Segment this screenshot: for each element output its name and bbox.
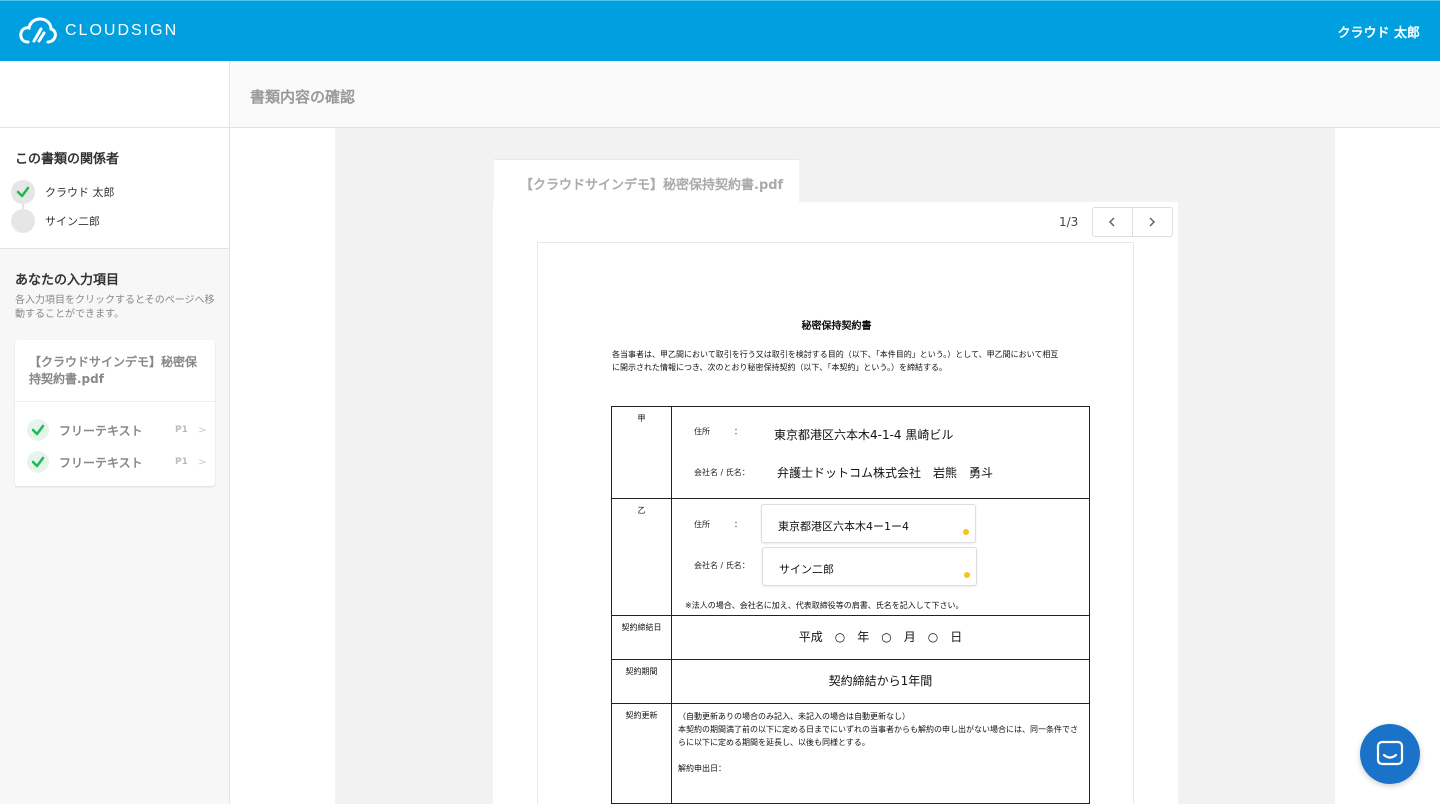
document-tab[interactable]: 【クラウドサインデモ】秘密保持契約書.pdf — [494, 159, 799, 203]
inputs-section: あなたの入力項目 各入力項目をクリックするとそのページへ移動することができます。… — [0, 249, 229, 486]
term-row: 契約期間 契約締結から1年間 — [611, 659, 1090, 704]
field-label: フリーテキスト — [59, 423, 143, 438]
required-marker — [964, 572, 970, 578]
date-cell: 平成 ○ 年 ○ 月 ○ 日 — [671, 615, 1090, 660]
field-page: P1 — [175, 425, 188, 435]
party-a-row: 甲 住所 ： 東京都港区六本木4-1-4 黒崎ビル 会社名 / 氏名： 弁護士ド… — [611, 406, 1090, 499]
address-label: 住所 ： — [694, 520, 742, 529]
name-input-value: サイン二郎 — [779, 563, 834, 576]
document-tab-label: 【クラウドサインデモ】秘密保持契約書.pdf — [520, 178, 784, 193]
corporate-note: ※法人の場合、会社名に加え、代表取締役等の肩書、氏名を記入して下さい。 — [685, 601, 964, 610]
logo[interactable]: CLOUDSIGN — [19, 17, 178, 45]
pending-circle-icon — [11, 208, 35, 233]
renew-cell: （自動更新ありの場合のみ記入、未記入の場合は自動更新なし） 本契約の期間満了前の… — [671, 703, 1090, 804]
address-input[interactable]: 東京都港区六本木4ー1ー4 — [761, 504, 976, 543]
party-name: サイン二郎 — [45, 214, 100, 228]
party-a-address: 東京都港区六本木4-1-4 黒崎ビル — [774, 428, 954, 442]
pager — [1092, 207, 1173, 237]
chevron-right-icon: > — [198, 424, 207, 436]
renew-line1: （自動更新ありの場合のみ記入、未記入の場合は自動更新なし） — [678, 712, 910, 721]
date-row: 契約締結日 平成 ○ 年 ○ 月 ○ 日 — [611, 615, 1090, 660]
party-item: サイン二郎 — [11, 206, 229, 235]
contract-table: 甲 住所 ： 東京都港区六本木4-1-4 黒崎ビル 会社名 / 氏名： 弁護士ド… — [611, 406, 1090, 804]
chevron-right-icon: > — [198, 456, 207, 468]
party-b-label: 乙 — [611, 498, 672, 616]
check-icon — [11, 179, 35, 204]
date-label: 契約締結日 — [611, 615, 672, 660]
next-page-button[interactable] — [1133, 208, 1173, 236]
field-list: フリーテキスト P1 > フリーテキスト P1 > — [15, 402, 215, 486]
field-item[interactable]: フリーテキスト P1 > — [15, 446, 215, 478]
top-bar: CLOUDSIGN クラウド 太郎 — [0, 0, 1440, 61]
parties-title: この書類の関係者 — [15, 152, 120, 167]
party-name: クラウド 太郎 — [45, 185, 115, 199]
parties-section: この書類の関係者 クラウド 太郎 サイン二郎 — [0, 128, 229, 249]
page-indicator: 1/3 — [1059, 215, 1079, 229]
name-input[interactable]: サイン二郎 — [762, 547, 977, 586]
document-card-title: 【クラウドサインデモ】秘密保持契約書.pdf — [15, 340, 215, 402]
chevron-left-icon — [1109, 217, 1115, 227]
party-b-row: 乙 住所 ： 東京都港区六本木4ー1ー4 会社名 / 氏名： サイン二郎 ※法人… — [611, 498, 1090, 616]
page-title: 書類内容の確認 — [250, 88, 356, 106]
document-page: 秘密保持契約書 各当事者は、甲乙間において取引を行う又は取引を検討する目的（以下… — [537, 242, 1134, 804]
chat-button[interactable] — [1360, 724, 1420, 784]
document-card: 【クラウドサインデモ】秘密保持契約書.pdf フリーテキスト P1 > フリーテ… — [15, 340, 215, 486]
inputs-title: あなたの入力項目 — [15, 273, 120, 288]
party-a-name: 弁護士ドットコム株式会社 岩熊 勇斗 — [777, 466, 994, 480]
renew-label: 契約更新 — [611, 703, 672, 804]
field-label: フリーテキスト — [59, 455, 143, 470]
chat-icon — [1376, 740, 1404, 766]
required-marker — [963, 529, 969, 535]
party-b-cell: 住所 ： 東京都港区六本木4ー1ー4 会社名 / 氏名： サイン二郎 ※法人の場… — [671, 498, 1090, 616]
renew-line3: 解約申出日： — [678, 764, 726, 773]
check-icon — [27, 419, 49, 441]
party-a-cell: 住所 ： 東京都港区六本木4-1-4 黒崎ビル 会社名 / 氏名： 弁護士ドット… — [671, 406, 1090, 499]
sub-header: 書類内容の確認 — [0, 61, 1440, 128]
document-intro: 各当事者は、甲乙間において取引を行う又は取引を検討する目的（以下、「本件目的」と… — [612, 350, 1059, 372]
chevron-right-icon — [1149, 217, 1156, 227]
check-icon — [27, 451, 49, 473]
term-cell: 契約締結から1年間 — [671, 659, 1090, 704]
document-title: 秘密保持契約書 — [801, 321, 872, 332]
party-item: クラウド 太郎 — [11, 177, 229, 206]
field-item[interactable]: フリーテキスト P1 > — [15, 414, 215, 446]
renew-row: 契約更新 （自動更新ありの場合のみ記入、未記入の場合は自動更新なし） 本契約の期… — [611, 703, 1090, 804]
renew-text: （自動更新ありの場合のみ記入、未記入の場合は自動更新なし） 本契約の期間満了前の… — [672, 704, 1089, 781]
name-label: 会社名 / 氏名： — [694, 468, 750, 477]
name-label: 会社名 / 氏名： — [694, 561, 750, 570]
address-input-value: 東京都港区六本木4ー1ー4 — [778, 520, 909, 533]
term-value: 契約締結から1年間 — [828, 674, 933, 688]
sidebar: この書類の関係者 クラウド 太郎 サイン二郎 あなたの入力項目 各入力項目をクリ… — [0, 128, 230, 804]
date-value: 平成 ○ 年 ○ 月 ○ 日 — [798, 630, 963, 644]
user-menu[interactable]: クラウド 太郎 — [1337, 22, 1420, 41]
party-a-label: 甲 — [611, 406, 672, 499]
sub-header-left — [0, 61, 230, 127]
main-area: 【クラウドサインデモ】秘密保持契約書.pdf 1/3 秘密保持契約書 各当事者は… — [230, 128, 1440, 804]
term-label: 契約期間 — [611, 659, 672, 704]
field-page: P1 — [175, 457, 188, 467]
prev-page-button[interactable] — [1093, 208, 1133, 236]
inputs-description: 各入力項目をクリックするとそのページへ移動することができます。 — [15, 295, 215, 320]
party-list: クラウド 太郎 サイン二郎 — [11, 177, 229, 235]
cloud-logo-icon — [19, 17, 57, 44]
renew-line2: 本契約の期間満了前の以下に定める日までにいずれの当事者からも解約の申し出がない場… — [678, 725, 1078, 747]
logo-text: CLOUDSIGN — [65, 22, 179, 39]
address-label: 住所 ： — [694, 427, 742, 436]
